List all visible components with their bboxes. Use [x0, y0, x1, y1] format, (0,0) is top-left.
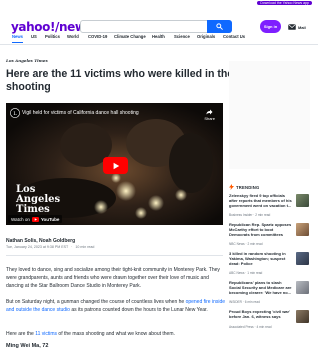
nav-health[interactable]: Health	[152, 34, 165, 39]
section-nav: News US Politics World COVID-19 Climate …	[0, 34, 318, 44]
search-button[interactable]	[207, 20, 232, 33]
trending-source: ABC News · 1 min read	[229, 271, 263, 275]
top-link-finance[interactable]: Finance	[81, 1, 95, 5]
trending-source: INSIDER · 6 min read	[229, 300, 260, 304]
trending-item[interactable]: 3 killed in random shooting in Yakima, W…	[229, 251, 310, 281]
trending-thumbnail[interactable]	[296, 194, 309, 207]
top-link-yahoo-plus[interactable]: Yahoo Plus	[194, 1, 214, 5]
youtube-label: YouTube	[40, 216, 60, 222]
nav-us[interactable]: US	[31, 34, 37, 39]
trending-item[interactable]: Republican Rep. Spartz opposes McCarthy …	[229, 222, 310, 252]
trending-thumbnail[interactable]	[296, 252, 309, 265]
trending-title[interactable]: Zelenskyy fired 9 top officials after re…	[229, 193, 292, 209]
nav-news[interactable]: News	[12, 34, 23, 39]
nav-covid[interactable]: COVID-19	[88, 34, 107, 39]
nav-climate-change[interactable]: Climate Change	[114, 34, 146, 39]
nav-contact-us[interactable]: Contact Us	[223, 34, 245, 39]
trending-source: NBC News · 2 min read	[229, 242, 263, 246]
nav-active-indicator	[12, 42, 23, 43]
video-title[interactable]: Vigil held for victims of California dan…	[22, 110, 139, 116]
watch-on-label: Watch on	[11, 216, 30, 222]
trending-thumbnail[interactable]	[296, 281, 309, 294]
download-app-link[interactable]: Download the Yahoo News app	[257, 1, 312, 5]
header: yahoo!/news Sign in Mail	[0, 6, 318, 34]
top-link-sports[interactable]: Sports	[109, 1, 121, 5]
article-paragraph: But on Saturday night, a gunman changed …	[6, 298, 227, 314]
paragraph-text: But on Saturday night, a gunman changed …	[6, 299, 186, 305]
top-link-home[interactable]: Home	[12, 1, 22, 5]
article-meta: Tue, January 24, 2023 at 9:38 PM EST · 1…	[6, 245, 94, 249]
trending-item[interactable]: Republicans' plans to slash Social Secur…	[229, 280, 310, 310]
nav-politics[interactable]: Politics	[45, 34, 60, 39]
nav-divider	[0, 44, 318, 45]
trending-label: TRENDING	[236, 184, 260, 190]
video-share-label: Share	[204, 116, 215, 121]
nav-originals[interactable]: Originals	[197, 34, 215, 39]
trending-thumbnail[interactable]	[296, 310, 309, 323]
byline-divider	[6, 255, 223, 256]
channel-avatar[interactable]: L	[10, 108, 20, 118]
watch-on-youtube[interactable]: Watch on YouTube	[8, 215, 63, 223]
search-icon	[216, 23, 223, 30]
article-source[interactable]: Los Angeles Times	[6, 58, 48, 63]
article-paragraph: They loved to dance, sing and socialize …	[6, 267, 220, 289]
article-date: Tue, January 24, 2023 at 9:38 PM EST	[6, 245, 69, 249]
mail-label: Mail	[298, 24, 306, 30]
top-link-more[interactable]: More	[228, 1, 237, 5]
article-byline[interactable]: Nathan Solis, Noah Goldberg	[6, 238, 75, 244]
meta-separator: ·	[71, 245, 73, 249]
top-link-mail[interactable]: Mail	[36, 1, 43, 5]
trending-title[interactable]: Republicans' plans to slash Social Secur…	[229, 280, 292, 296]
top-link-life[interactable]: Life	[173, 1, 180, 5]
video-share-button[interactable]: Share	[204, 109, 215, 121]
read-time: 10 min read	[75, 245, 95, 249]
share-icon	[206, 109, 213, 115]
victim-subhead: Ming Wei Ma, 72	[6, 343, 49, 349]
paragraph-text: Here are the	[6, 331, 36, 337]
trending-item[interactable]: Proud Boys expecting 'civil war' before …	[229, 309, 310, 339]
victims-link[interactable]: 11 victims	[35, 331, 57, 337]
play-icon	[113, 162, 119, 169]
trending-thumbnail[interactable]	[296, 223, 309, 236]
top-link-news[interactable]: News	[57, 1, 67, 5]
trending-source: Business Insider · 2 min read	[229, 213, 271, 217]
la-logo-line3: Times	[16, 204, 50, 215]
trending-source: Associated Press · 4 min read	[229, 325, 272, 329]
trending-title[interactable]: 3 killed in random shooting in Yakima, W…	[229, 251, 292, 267]
sign-in-button[interactable]: Sign in	[260, 20, 281, 33]
youtube-icon	[31, 216, 39, 222]
paragraph-text: of the mass shooting and what we know ab…	[57, 331, 175, 337]
trending-title[interactable]: Republican Rep. Spartz opposes McCarthy …	[229, 222, 292, 238]
ad-slot	[229, 61, 310, 169]
trending-title[interactable]: Proud Boys expecting 'civil war' before …	[229, 309, 292, 319]
trending-bolt-icon	[229, 184, 234, 190]
article-paragraph: Here are the 11 victims of the mass shoo…	[6, 330, 227, 338]
trending-heading: TRENDING	[229, 184, 259, 190]
mail-link[interactable]: Mail	[288, 22, 310, 32]
top-link-entertainment[interactable]: Entertainment	[135, 1, 160, 5]
trending-item[interactable]: Zelenskyy fired 9 top officials after re…	[229, 193, 310, 223]
nav-science[interactable]: Science	[174, 34, 190, 39]
video-player[interactable]: L Vigil held for victims of California d…	[6, 103, 223, 225]
paragraph-text: as its patrons counted down the hours to…	[69, 307, 208, 313]
nav-world[interactable]: World	[67, 34, 79, 39]
play-button[interactable]	[103, 157, 128, 174]
la-times-logo: Los Angeles Times	[16, 185, 60, 215]
mail-icon	[288, 24, 296, 30]
